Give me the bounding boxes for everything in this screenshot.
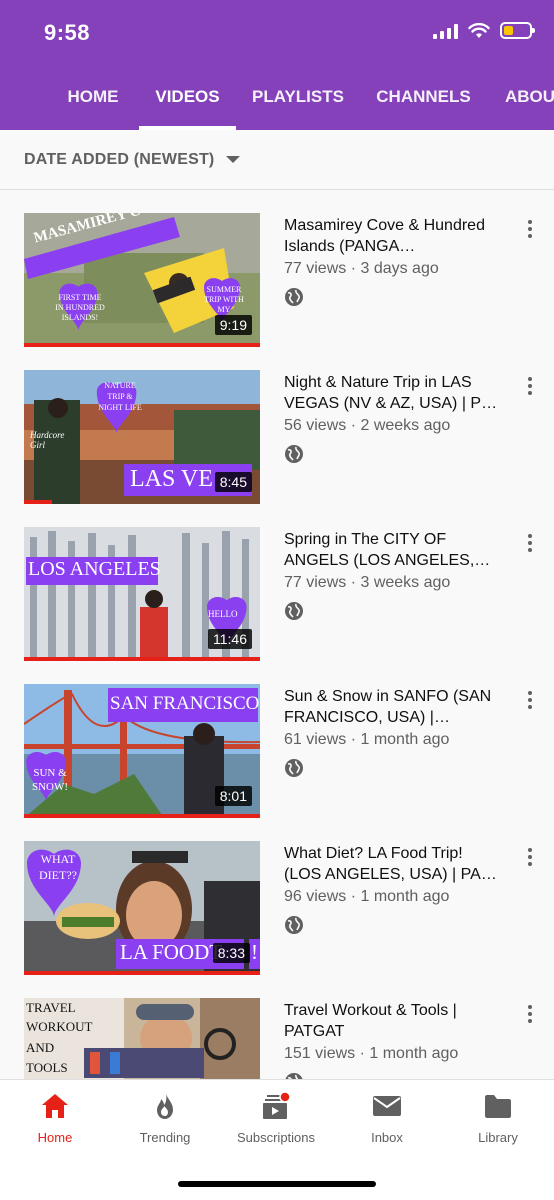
thumbnail-caption: NATURE TRIP & NIGHT LIFE (98, 381, 142, 412)
nav-label: Trending (139, 1130, 191, 1145)
nav-label: Subscriptions (236, 1130, 316, 1145)
video-duration: 8:01 (214, 786, 252, 806)
more-options-icon[interactable] (522, 217, 538, 241)
thumbnail-caption: LAS VE (130, 466, 213, 492)
video-duration: 11:46 (208, 629, 252, 649)
globe-icon (285, 602, 303, 620)
nav-home[interactable]: Home (0, 1090, 110, 1150)
video-title[interactable]: What Diet? LA Food Trip! (LOS ANGELES, U… (284, 843, 500, 885)
tab-videos[interactable]: VIDEOS (139, 70, 236, 130)
nav-label: Library (478, 1130, 518, 1145)
thumbnail-caption: ! (251, 940, 258, 964)
thumbnail-caption: TOOLS (26, 1060, 68, 1075)
home-indicator[interactable] (178, 1181, 376, 1187)
watch-progress-bar (24, 657, 260, 661)
video-title[interactable]: Night & Nature Trip in LAS VEGAS (NV & A… (284, 372, 500, 414)
video-list-item[interactable]: MASAMIREY COVE FIRST TIME IN HUNDRED ISL… (0, 191, 554, 347)
video-thumbnail[interactable]: SAN FRANCISCO SUN & SNOW! 8:01 (24, 684, 260, 818)
channel-header: 9:58 HOME VIDEOS PLAYLISTS CHANNELS ABOU… (0, 0, 554, 130)
globe-icon (285, 445, 303, 463)
video-duration: 9:19 (214, 315, 252, 335)
thumbnail-caption: WHAT DIET?? (39, 852, 77, 882)
nav-label: Inbox (371, 1130, 403, 1145)
video-thumbnail[interactable]: MASAMIREY COVE FIRST TIME IN HUNDRED ISL… (24, 213, 260, 347)
thumbnail-caption: AND (26, 1040, 55, 1055)
thumbnail-caption: Hardcore Girl (30, 430, 65, 450)
home-icon (42, 1094, 68, 1118)
globe-icon (285, 1073, 303, 1079)
nav-label: Home (37, 1130, 73, 1145)
thumbnail-caption: FIRST TIME IN HUNDRED ISLANDS! (55, 293, 105, 322)
thumbnail-caption: LA FOODT (120, 940, 223, 964)
battery-icon (500, 22, 535, 39)
globe-icon (285, 916, 303, 934)
video-list-item[interactable]: LOS ANGELES HELLO 11:46 Spring in The CI… (0, 505, 554, 661)
nav-trending[interactable]: Trending (110, 1090, 220, 1150)
cellular-signal-icon (433, 23, 458, 39)
video-meta: 96 views · 1 month ago (284, 888, 450, 905)
more-options-icon[interactable] (522, 1002, 538, 1026)
video-thumbnail[interactable]: TRAVEL WORKOUT AND TOOLS (24, 998, 260, 1079)
video-duration: 8:33 (212, 943, 250, 963)
video-duration: 8:45 (214, 472, 252, 492)
more-options-icon[interactable] (522, 688, 538, 712)
sort-dropdown[interactable]: DATE ADDED (NEWEST) (0, 130, 554, 190)
thumbnail-caption: TRAVEL (26, 1000, 76, 1015)
inbox-icon (373, 1096, 401, 1116)
thumbnail-caption: SUMMER TRIP WITH MY (204, 285, 244, 314)
video-title[interactable]: Travel Workout & Tools | PATGAT (284, 1000, 500, 1042)
tab-playlists[interactable]: PLAYLISTS (252, 70, 344, 130)
thumbnail-caption: HELLO (208, 609, 238, 619)
thumbnail-caption: SUN & SNOW! (32, 767, 69, 793)
globe-icon (285, 288, 303, 306)
video-thumbnail[interactable]: WHAT DIET?? LA FOODT ! 8:33 (24, 841, 260, 975)
watch-progress-bar (24, 500, 53, 504)
tab-about[interactable]: ABOUT (505, 70, 554, 130)
video-title[interactable]: Sun & Snow in SANFO (SAN FRANCISCO, USA)… (284, 686, 500, 728)
thumbnail-caption: LOS ANGELES (28, 558, 161, 580)
video-thumbnail[interactable]: LOS ANGELES HELLO 11:46 (24, 527, 260, 661)
video-list-item[interactable]: SAN FRANCISCO SUN & SNOW! 8:01 Sun & Sno… (0, 662, 554, 818)
watch-progress-bar (24, 343, 260, 347)
status-time: 9:58 (44, 20, 91, 45)
caret-down-icon (226, 156, 241, 163)
thumbnail-caption: WORKOUT (26, 1019, 93, 1034)
video-list-item[interactable]: WHAT DIET?? LA FOODT ! 8:33 What Diet? L… (0, 819, 554, 975)
status-icons (433, 22, 535, 39)
nav-inbox[interactable]: Inbox (332, 1090, 442, 1150)
subscriptions-icon (263, 1091, 291, 1119)
globe-icon (285, 759, 303, 777)
video-thumbnail[interactable]: NATURE TRIP & NIGHT LIFE LAS VE Hardcore… (24, 370, 260, 504)
more-options-icon[interactable] (522, 374, 538, 398)
watch-progress-bar (24, 814, 260, 818)
library-icon (485, 1095, 511, 1118)
video-title[interactable]: Masamirey Cove & Hundred Islands (PANGA… (284, 215, 500, 257)
nav-subscriptions[interactable]: Subscriptions (221, 1090, 331, 1150)
tab-channels[interactable]: CHANNELS (376, 70, 470, 130)
video-meta: 56 views · 2 weeks ago (284, 417, 451, 434)
video-list-item[interactable]: TRAVEL WORKOUT AND TOOLS Travel Workout … (0, 976, 554, 1079)
tab-home[interactable]: HOME (66, 70, 120, 130)
sort-label: DATE ADDED (NEWEST) (24, 150, 215, 168)
wifi-icon (468, 22, 490, 38)
video-meta: 61 views · 1 month ago (284, 731, 450, 748)
video-title[interactable]: Spring in The CITY OF ANGELS (LOS ANGELE… (284, 529, 500, 571)
nav-library[interactable]: Library (443, 1090, 553, 1150)
channel-tabs: HOME VIDEOS PLAYLISTS CHANNELS ABOUT (0, 70, 554, 130)
video-list: MASAMIREY COVE FIRST TIME IN HUNDRED ISL… (0, 191, 554, 1079)
watch-progress-bar (24, 971, 260, 975)
video-list-item[interactable]: NATURE TRIP & NIGHT LIFE LAS VE Hardcore… (0, 348, 554, 504)
youtube-channel-screen: 9:58 HOME VIDEOS PLAYLISTS CHANNELS ABOU… (0, 0, 554, 1200)
more-options-icon[interactable] (522, 845, 538, 869)
video-meta: 77 views · 3 weeks ago (284, 574, 451, 591)
video-meta: 77 views · 3 days ago (284, 260, 439, 277)
video-meta: 151 views · 1 month ago (284, 1045, 459, 1062)
more-options-icon[interactable] (522, 531, 538, 555)
thumbnail-caption: SAN FRANCISCO (110, 693, 260, 714)
flame-icon (157, 1093, 173, 1119)
